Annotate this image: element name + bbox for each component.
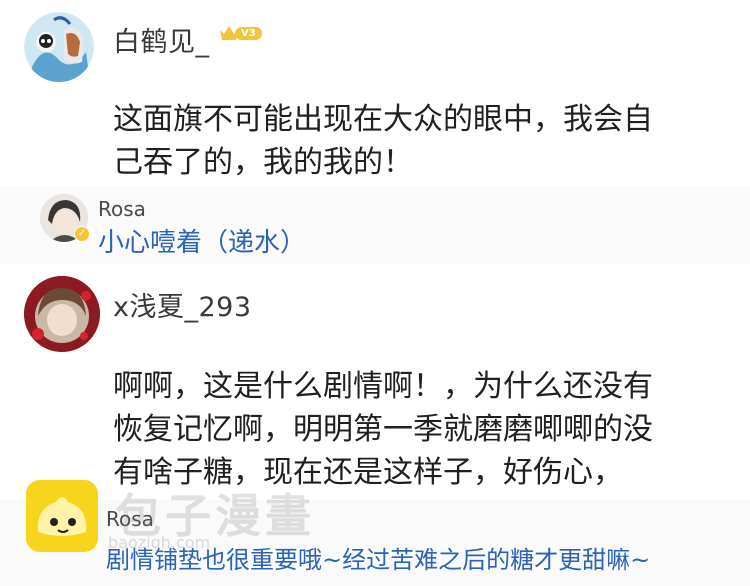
watermark-url: baoziqh.com (108, 533, 211, 552)
avatar[interactable] (24, 276, 100, 352)
reply-username[interactable]: Rosa (98, 197, 146, 221)
bun-mascot-icon (26, 480, 98, 552)
vip-badge: V3 (219, 24, 262, 42)
username[interactable]: 白鹤见_ (113, 20, 210, 59)
avatar[interactable] (24, 12, 94, 82)
avatar-illustration (25, 13, 93, 82)
comment-text-line: 己吞了的，我的我的！ (113, 145, 413, 180)
avatar-illustration (24, 276, 100, 352)
level-tag: V3 (235, 26, 262, 40)
reply-avatar[interactable] (26, 480, 98, 552)
username[interactable]: x浅夏_293 (113, 285, 252, 324)
comment-text-line: 恢复记忆啊，明明第一季就磨磨唧唧的没 (113, 412, 653, 447)
comment-text-line: 啊啊，这是什么剧情啊！，为什么还没有 (113, 369, 653, 404)
reply-text: 小心噎着（递水） (98, 228, 307, 258)
verified-badge-icon: ✓ (74, 226, 90, 242)
comment-item: 白鹤见_ V3 这面旗不可能出现在大众的眼中，我会自 己吞了的，我的我的！ ✓ … (0, 0, 750, 270)
comment-text-line: 这面旗不可能出现在大众的眼中，我会自 (113, 102, 653, 137)
